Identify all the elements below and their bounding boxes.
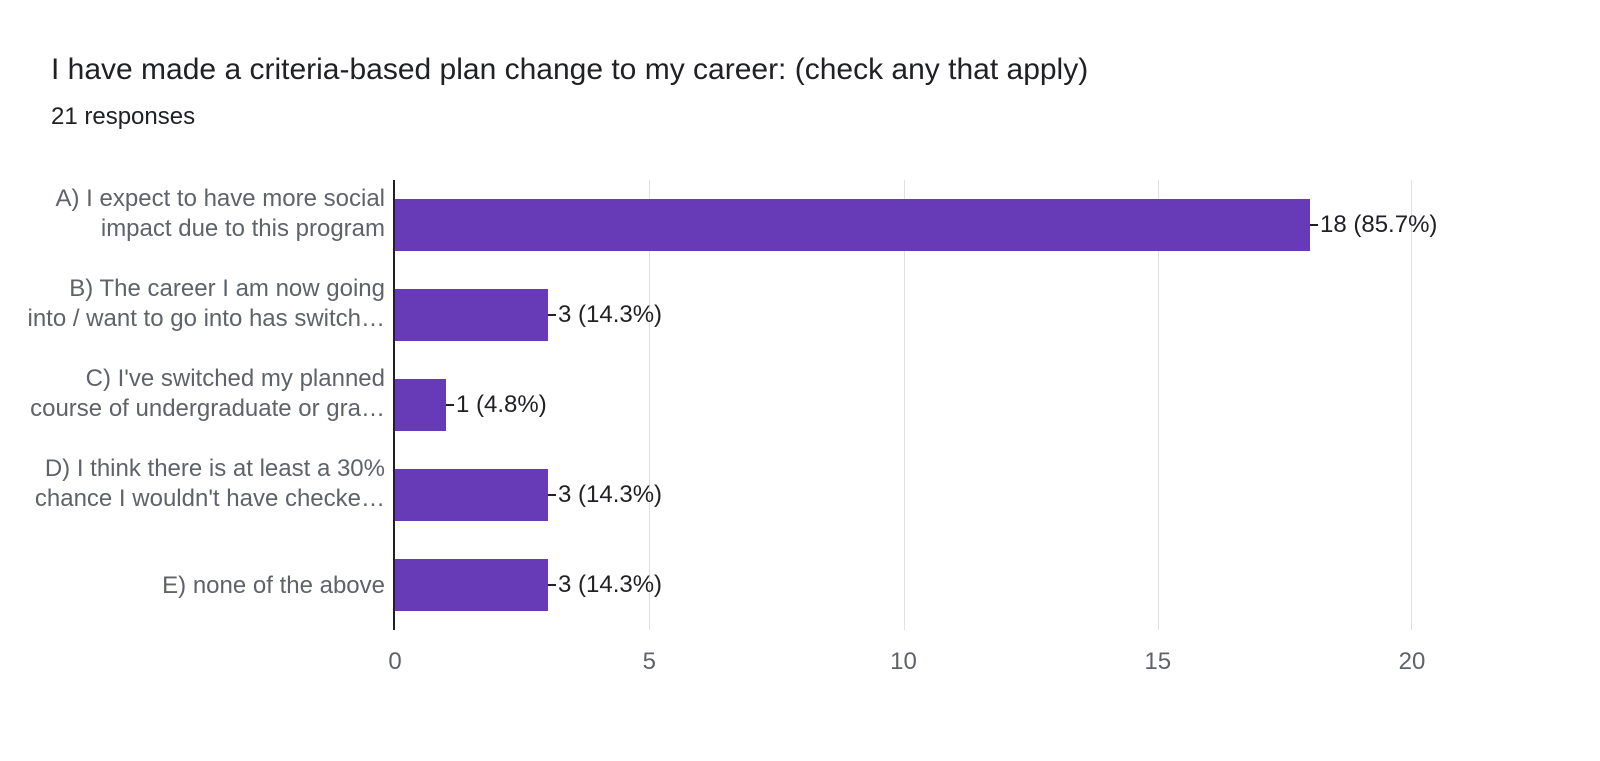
category-label-a-line1: A) I expect to have more social	[20, 184, 385, 214]
bar-c	[395, 379, 446, 431]
category-label-c-line2: course of undergraduate or gra…	[20, 394, 385, 424]
bar-d	[395, 469, 548, 521]
bar-a	[395, 199, 1310, 251]
leader-line	[548, 314, 556, 316]
category-label-b-line1: B) The career I am now going	[20, 274, 385, 304]
x-tick-0: 0	[388, 648, 401, 676]
leader-line	[446, 404, 454, 406]
chart-container: { "chart_data": { "type": "bar", "orient…	[0, 0, 1600, 761]
leader-line	[548, 584, 556, 586]
category-label-a-line2: impact due to this program	[20, 214, 385, 244]
bar-e	[395, 559, 548, 611]
leader-line	[548, 494, 556, 496]
responses-count: 21 responses	[51, 102, 195, 132]
category-label-b-line2: into / want to go into has switch…	[20, 304, 385, 334]
bar-label-a: 18 (85.7%)	[1320, 211, 1437, 239]
category-label-d-line2: chance I wouldn't have checke…	[20, 484, 385, 514]
x-tick-10: 10	[890, 648, 917, 676]
bar-label-d: 3 (14.3%)	[558, 481, 662, 509]
chart-title: I have made a criteria-based plan change…	[51, 52, 1088, 88]
bar-label-c: 1 (4.8%)	[456, 391, 547, 419]
plot-area: 18 (85.7%) 3 (14.3%) 1 (4.8%) 3 (14.3%) …	[393, 180, 1412, 630]
category-label-d-line1: D) I think there is at least a 30%	[20, 454, 385, 484]
leader-line	[1310, 224, 1318, 226]
bar-label-e: 3 (14.3%)	[558, 571, 662, 599]
x-tick-5: 5	[643, 648, 656, 676]
category-label-c-line1: C) I've switched my planned	[20, 364, 385, 394]
gridline	[1411, 180, 1412, 630]
category-label-e-line1: E) none of the above	[20, 571, 385, 601]
x-tick-20: 20	[1399, 648, 1426, 676]
x-tick-15: 15	[1144, 648, 1171, 676]
bar-label-b: 3 (14.3%)	[558, 301, 662, 329]
bar-b	[395, 289, 548, 341]
